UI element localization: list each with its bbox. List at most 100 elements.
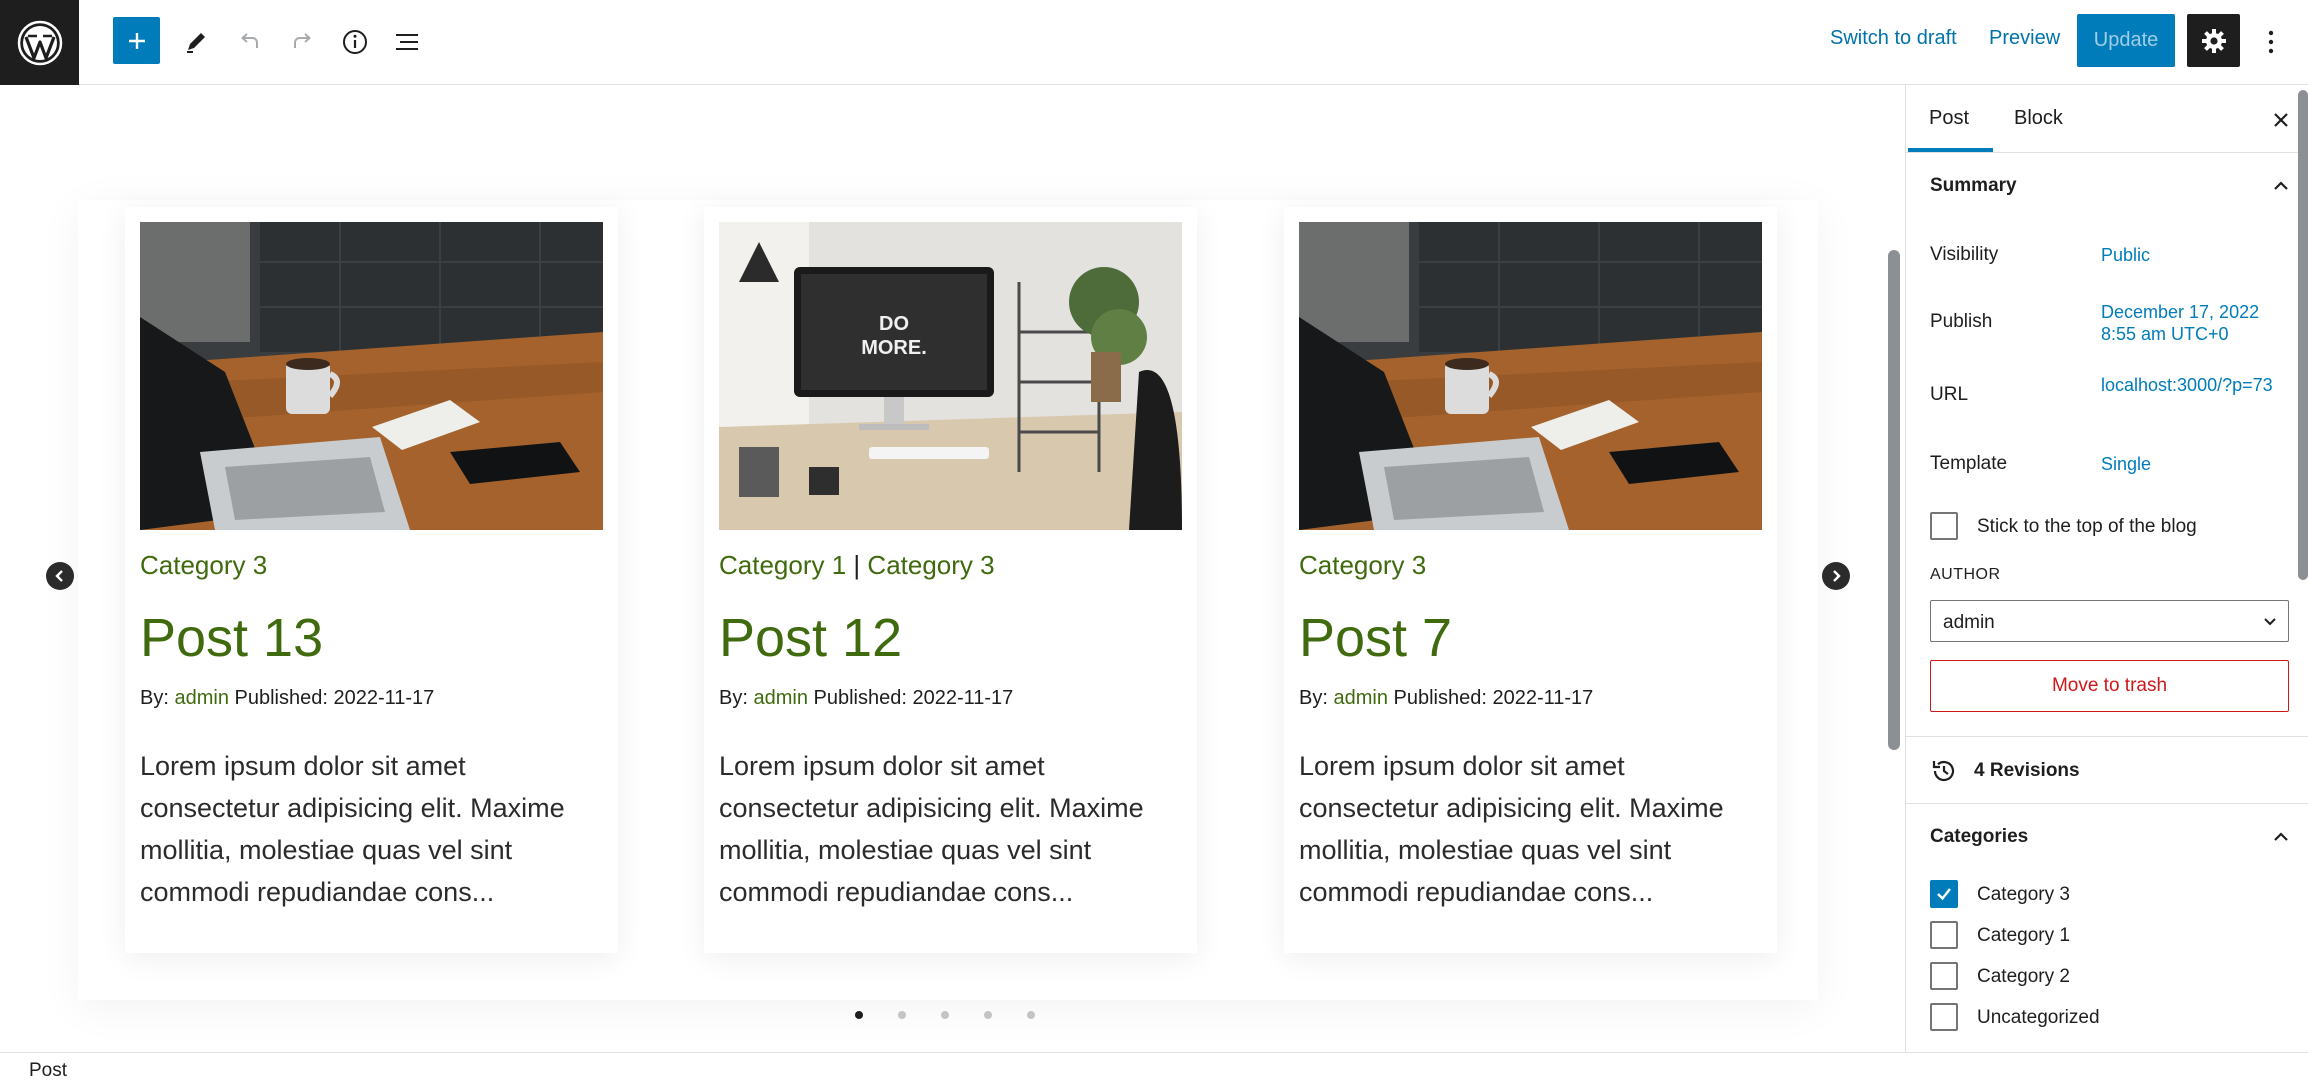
move-to-trash-button[interactable]: Move to trash: [1930, 660, 2289, 712]
visibility-toggle[interactable]: Public: [2101, 244, 2291, 266]
more-vertical-icon: [2268, 30, 2274, 54]
template-toggle[interactable]: Single: [2101, 453, 2291, 475]
author-selected-value: admin: [1943, 612, 1995, 633]
post-featured-image: [140, 222, 603, 530]
wordpress-logo-icon: [17, 20, 62, 65]
published-label: Published:: [813, 687, 907, 709]
breadcrumb-post[interactable]: Post: [29, 1060, 67, 1082]
category-checkbox[interactable]: [1930, 921, 1958, 949]
close-icon: [2274, 113, 2288, 127]
post-author-link[interactable]: admin: [1333, 687, 1387, 709]
update-button[interactable]: Update: [2077, 14, 2175, 67]
tools-button[interactable]: [170, 16, 222, 68]
publish-label: Publish: [1930, 311, 1993, 332]
post-category[interactable]: Category 3: [1299, 550, 1426, 581]
revisions-label: 4 Revisions: [1974, 760, 2080, 781]
categories-panel-header[interactable]: Categories: [1906, 804, 2308, 870]
post-category[interactable]: Category 3: [140, 550, 267, 581]
carousel-prev-button[interactable]: [46, 562, 74, 590]
category-label[interactable]: Uncategorized: [1977, 1007, 2100, 1029]
options-button[interactable]: [2256, 16, 2286, 68]
preview-button[interactable]: Preview: [1989, 27, 2060, 50]
post-title[interactable]: Post 7: [1299, 607, 1452, 669]
close-sidebar-button[interactable]: [2266, 105, 2296, 135]
summary-panel-header[interactable]: Summary: [1906, 153, 2308, 219]
category-separator: |: [853, 550, 861, 580]
category-checkbox[interactable]: [1930, 962, 1958, 990]
chevron-up-icon: [2274, 832, 2288, 841]
sticky-checkbox[interactable]: [1930, 512, 1958, 540]
category-checkbox[interactable]: [1930, 1003, 1958, 1031]
add-block-button[interactable]: [113, 17, 160, 64]
template-label: Template: [1930, 453, 2008, 474]
category-label[interactable]: Category 2: [1977, 966, 2070, 988]
post-excerpt: Lorem ipsum dolor sit amet consectetur a…: [1299, 751, 1724, 907]
post-meta: By: admin Published: 2022-11-17: [1299, 687, 1593, 710]
laptop-desk-photo: [140, 222, 603, 530]
chevron-down-icon: [2264, 618, 2276, 626]
sidebar-scrollbar[interactable]: [2298, 90, 2308, 580]
summary-title: Summary: [1930, 175, 2017, 196]
carousel-next-button[interactable]: [1822, 562, 1850, 590]
carousel-dot[interactable]: [941, 1011, 949, 1019]
post-card[interactable]: DO MORE. Category 1 | Category 3 Post 12…: [704, 207, 1197, 953]
undo-button[interactable]: [224, 16, 276, 68]
list-view-button[interactable]: [381, 16, 433, 68]
url-label: URL: [1930, 384, 1969, 405]
canvas-scrollbar[interactable]: [1888, 250, 1900, 750]
category-label[interactable]: Category 1: [1977, 925, 2070, 947]
category-checkbox[interactable]: [1930, 880, 1958, 908]
gear-icon: [2201, 28, 2226, 53]
post-categories: Category 1 | Category 3: [719, 550, 995, 581]
pencil-icon: [187, 33, 205, 53]
author-label: AUTHOR: [1930, 566, 2001, 583]
sidebar-tabs: Post Block: [1906, 85, 2308, 153]
by-label: By:: [719, 687, 748, 709]
carousel-dot[interactable]: [984, 1011, 992, 1019]
post-card[interactable]: Category 3 Post 13 By: admin Published: …: [125, 207, 618, 953]
history-icon: [1932, 760, 1955, 782]
post-meta: By: admin Published: 2022-11-17: [140, 687, 434, 710]
post-title[interactable]: Post 12: [719, 607, 902, 669]
publish-date-toggle[interactable]: December 17, 2022 8:55 am UTC+0: [2101, 301, 2291, 345]
categories-title: Categories: [1930, 826, 2029, 847]
author-select[interactable]: admin: [1930, 600, 2289, 642]
by-label: By:: [140, 687, 169, 709]
revisions-link[interactable]: 4 Revisions: [1930, 757, 2080, 785]
carousel-dot[interactable]: [898, 1011, 906, 1019]
list-view-icon: [396, 34, 418, 50]
switch-to-draft-button[interactable]: Switch to draft: [1830, 27, 1957, 50]
post-author-link[interactable]: admin: [753, 687, 807, 709]
svg-text:MORE.: MORE.: [861, 337, 927, 359]
laptop-desk-photo: [1299, 222, 1762, 530]
tab-block[interactable]: Block: [2014, 107, 2063, 130]
post-title[interactable]: Post 13: [140, 607, 323, 669]
post-featured-image: DO MORE.: [719, 222, 1182, 530]
url-toggle[interactable]: localhost:3000/?p=73: [2101, 374, 2291, 396]
post-excerpt: Lorem ipsum dolor sit amet consectetur a…: [719, 751, 1144, 907]
settings-sidebar: Post Block Summary Visibility Public Pub…: [1905, 85, 2308, 1052]
post-author-link[interactable]: admin: [174, 687, 228, 709]
carousel-dot[interactable]: [855, 1011, 863, 1019]
post-card[interactable]: Category 3 Post 7 By: admin Published: 2…: [1284, 207, 1777, 953]
settings-button[interactable]: [2187, 14, 2240, 67]
svg-text:DO: DO: [879, 313, 909, 335]
post-date: 2022-11-17: [1492, 687, 1594, 709]
details-button[interactable]: [329, 16, 381, 68]
carousel-dot[interactable]: [1027, 1011, 1035, 1019]
post-date: 2022-11-17: [333, 687, 435, 709]
category-label[interactable]: Category 3: [1977, 884, 2070, 906]
sticky-label[interactable]: Stick to the top of the blog: [1977, 516, 2197, 538]
editor-canvas[interactable]: Category 3 Post 13 By: admin Published: …: [0, 85, 1905, 1052]
post-category[interactable]: Category 3: [867, 550, 994, 580]
tab-post[interactable]: Post: [1929, 107, 1969, 130]
by-label: By:: [1299, 687, 1328, 709]
redo-button[interactable]: [276, 16, 328, 68]
carousel-pagination: [855, 1011, 1035, 1019]
post-category[interactable]: Category 1: [719, 550, 846, 580]
undo-icon: [240, 33, 258, 48]
imac-do-more-photo: DO MORE.: [719, 222, 1182, 530]
active-tab-indicator: [1908, 148, 1993, 152]
wordpress-logo[interactable]: [0, 0, 79, 85]
chevron-up-icon: [2274, 181, 2288, 190]
